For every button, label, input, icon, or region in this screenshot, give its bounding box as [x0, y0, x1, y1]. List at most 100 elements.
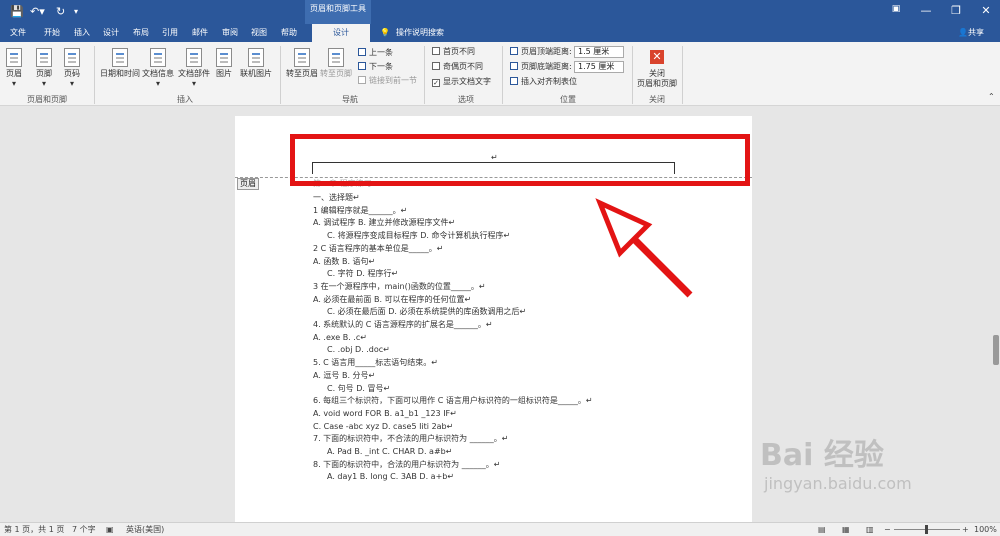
document-line[interactable]: A. 调试程序 B. 建立并修改源程序文件↵	[313, 217, 455, 228]
document-line[interactable]: C. Case -abc xyz D. case5 Iiti 2ab↵	[313, 421, 453, 432]
document-line[interactable]: A. Pad B. _int C. CHAR D. a#b↵	[327, 446, 452, 457]
link-previous-button[interactable]: 链接到前一节	[358, 76, 417, 86]
tab-help[interactable]: 帮助	[281, 27, 297, 39]
first-page-different-checkbox[interactable]: 首页不同	[432, 47, 475, 57]
document-line[interactable]: C. 字符 D. 程序行↵	[327, 268, 398, 279]
next-button[interactable]: 下一条	[358, 62, 393, 72]
zoom-level[interactable]: 100%	[974, 525, 997, 535]
share-button[interactable]: 共享	[968, 27, 984, 39]
zoom-in-icon[interactable]: +	[962, 525, 969, 535]
tab-insert[interactable]: 插入	[74, 27, 90, 39]
minimize-icon[interactable]: —	[916, 4, 936, 17]
doc-parts-label: 文档部件	[178, 69, 210, 78]
document-line[interactable]: C. 必须在最后面 D. 必须在系统提供的库函数调用之后↵	[327, 306, 526, 317]
document-line[interactable]: 5. C 语言用_____标志语句结束。↵	[313, 357, 438, 368]
document-line[interactable]: A. day1 B. long C. 3AB D. a+b↵	[327, 471, 454, 482]
document-line[interactable]: A. 函数 B. 语句↵	[313, 256, 375, 267]
tab-home[interactable]: 开始	[44, 27, 60, 39]
footer-button[interactable]: 页脚 ▾	[36, 48, 52, 89]
document-line[interactable]: 8. 下面的标识符中，合法的用户标识符为 ______。↵	[313, 459, 500, 470]
first-page-diff-label: 首页不同	[443, 47, 475, 56]
document-line[interactable]: 1 编辑程序就是______。↵	[313, 205, 407, 216]
web-layout-icon[interactable]: ▥	[866, 525, 874, 535]
previous-label: 上一条	[369, 48, 393, 57]
tab-view[interactable]: 视图	[251, 27, 267, 39]
doc-info-button[interactable]: 文档信息 ▾	[142, 48, 174, 89]
save-icon[interactable]: 💾	[10, 5, 24, 19]
close-window-icon[interactable]: ✕	[976, 4, 996, 17]
tab-review[interactable]: 审阅	[222, 27, 238, 39]
watermark-url: jingyan.baidu.com	[764, 474, 912, 493]
previous-icon	[358, 48, 366, 56]
close-header-footer-icon[interactable]: ✕	[650, 50, 664, 64]
vertical-scrollbar[interactable]	[990, 106, 1000, 522]
proofing-icon[interactable]: ▣	[106, 525, 114, 535]
ribbon-display-options-icon[interactable]: ▣	[886, 4, 906, 14]
document-line[interactable]: 一、选择题↵	[313, 192, 360, 203]
document-line[interactable]: 3 在一个源程序中，main()函数的位置_____。↵	[313, 281, 486, 292]
goto-footer-button[interactable]: 转至页脚	[320, 48, 352, 79]
checkbox-icon	[432, 62, 440, 70]
scrollbar-thumb[interactable]	[993, 335, 999, 365]
picture-button[interactable]: 图片	[216, 48, 232, 79]
doc-parts-button[interactable]: 文档部件 ▾	[178, 48, 210, 89]
tab-design-doc[interactable]: 设计	[103, 27, 119, 39]
odd-even-different-checkbox[interactable]: 奇偶页不同	[432, 62, 483, 72]
tab-references[interactable]: 引用	[162, 27, 178, 39]
page-count[interactable]: 第 1 页，共 1 页	[4, 525, 64, 535]
document-line[interactable]: A. 逗号 B. 分号↵	[313, 370, 375, 381]
tell-me-search[interactable]: 操作说明搜索	[396, 27, 444, 39]
document-line[interactable]: A. void word FOR B. a1_b1 _123 IF↵	[313, 408, 457, 419]
document-line[interactable]: A. 必须在最前面 B. 可以在程序的任何位置↵	[313, 294, 471, 305]
document-line[interactable]: A. .exe B. .c↵	[313, 332, 367, 343]
collapse-ribbon-icon[interactable]: ⌃	[988, 92, 995, 102]
read-mode-icon[interactable]: ▤	[818, 525, 826, 535]
footer-icon	[36, 48, 52, 67]
tab-mailings[interactable]: 邮件	[192, 27, 208, 39]
language-indicator[interactable]: 英语(美国)	[126, 525, 164, 535]
date-time-button[interactable]: 日期和时间	[100, 48, 140, 79]
date-time-label: 日期和时间	[100, 69, 140, 78]
tab-header-footer-design[interactable]: 设计	[312, 24, 370, 42]
document-line[interactable]: C. 将源程序变成目标程序 D. 命令计算机执行程序↵	[327, 230, 510, 241]
picture-icon	[216, 48, 232, 67]
zoom-out-icon[interactable]: −	[884, 525, 891, 535]
tab-file[interactable]: 文件	[10, 27, 26, 39]
goto-header-label: 转至页眉	[286, 69, 318, 78]
online-picture-button[interactable]: 联机图片	[240, 48, 272, 79]
document-line[interactable]: 7. 下面的标识符中，不合法的用户标识符为 ______。↵	[313, 433, 508, 444]
baidu-watermark: Bai 经验 jingyan.baidu.com	[760, 430, 912, 493]
ribbon: 页眉 ▾ 页脚 ▾ 页码 ▾ 页眉和页脚 日期和时间 文档信息 ▾ 文档部件 ▾ 图片 联…	[0, 42, 1000, 106]
document-line[interactable]: C. .obj D. .doc↵	[327, 344, 390, 355]
footer-bottom-distance-input[interactable]: 1.75 厘米	[574, 61, 624, 73]
document-line[interactable]: 2 C 语言程序的基本单位是_____。↵	[313, 243, 443, 254]
word-count[interactable]: 7 个字	[72, 525, 96, 535]
previous-button[interactable]: 上一条	[358, 48, 393, 58]
close-header-footer-button[interactable]: 关闭 页眉和页脚	[636, 69, 678, 89]
show-document-text-checkbox[interactable]: ✓ 显示文档文字	[432, 77, 491, 87]
document-line[interactable]: 4. 系统默认的 C 语言源程序的扩展名是______。↵	[313, 319, 493, 330]
print-layout-icon[interactable]: ▦	[842, 525, 850, 535]
picture-label: 图片	[216, 69, 232, 78]
goto-header-button[interactable]: 转至页眉	[286, 48, 318, 79]
document-line[interactable]: C. 句号 D. 冒号↵	[327, 383, 390, 394]
zoom-slider-handle[interactable]	[925, 525, 928, 534]
annotation-arrow	[595, 198, 693, 298]
insert-alignment-tab-button[interactable]: 插入对齐制表位	[510, 77, 577, 87]
redo-icon[interactable]: ↻	[56, 5, 65, 19]
checkmark-icon: ✓	[432, 79, 440, 87]
header-button[interactable]: 页眉 ▾	[6, 48, 22, 89]
page-number-button[interactable]: 页码 ▾	[64, 48, 80, 89]
group-divider	[682, 46, 683, 104]
share-icon: 👤	[958, 28, 968, 37]
customize-qat-icon[interactable]: ▾	[74, 5, 78, 19]
restore-icon[interactable]: ❐	[946, 4, 966, 17]
undo-icon[interactable]: ↶▾	[30, 5, 45, 19]
title-bar: 💾 ↶▾ ↻ ▾ 页眉和页脚工具 ▣ — ❐ ✕	[0, 0, 1000, 24]
group-divider	[280, 46, 281, 104]
footer-bottom-icon	[510, 62, 518, 70]
tab-layout[interactable]: 布局	[133, 27, 149, 39]
document-line[interactable]: 6. 每组三个标识符，下面可以用作 C 语言用户标识符的一组标识符是_____。…	[313, 395, 593, 406]
close-line2: 页眉和页脚	[637, 79, 677, 88]
header-top-distance-input[interactable]: 1.5 厘米	[574, 46, 624, 58]
